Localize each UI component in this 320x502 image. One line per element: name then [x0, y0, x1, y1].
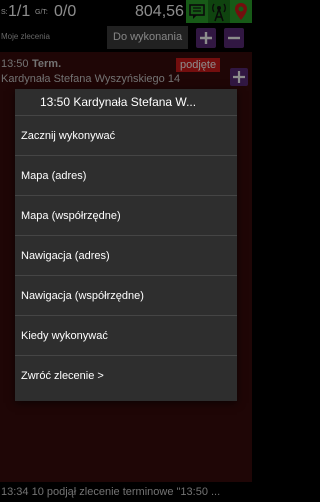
menu-item-navigation-coordinates[interactable]: Nawigacja (współrzędne) [15, 276, 237, 316]
menu-item-when-execute[interactable]: Kiedy wykonywać [15, 316, 237, 356]
menu-item-map-address[interactable]: Mapa (adres) [15, 156, 237, 196]
menu-item-navigation-address[interactable]: Nawigacja (adres) [15, 236, 237, 276]
menu-item-start[interactable]: Zacznij wykonywać [15, 116, 237, 156]
menu-item-return-order[interactable]: Zwróć zlecenie > [15, 356, 237, 396]
dialog-title: 13:50 Kardynała Stefana W... [15, 89, 237, 116]
menu-item-map-coordinates[interactable]: Mapa (współrzędne) [15, 196, 237, 236]
order-actions-dialog: 13:50 Kardynała Stefana W... Zacznij wyk… [15, 89, 237, 401]
